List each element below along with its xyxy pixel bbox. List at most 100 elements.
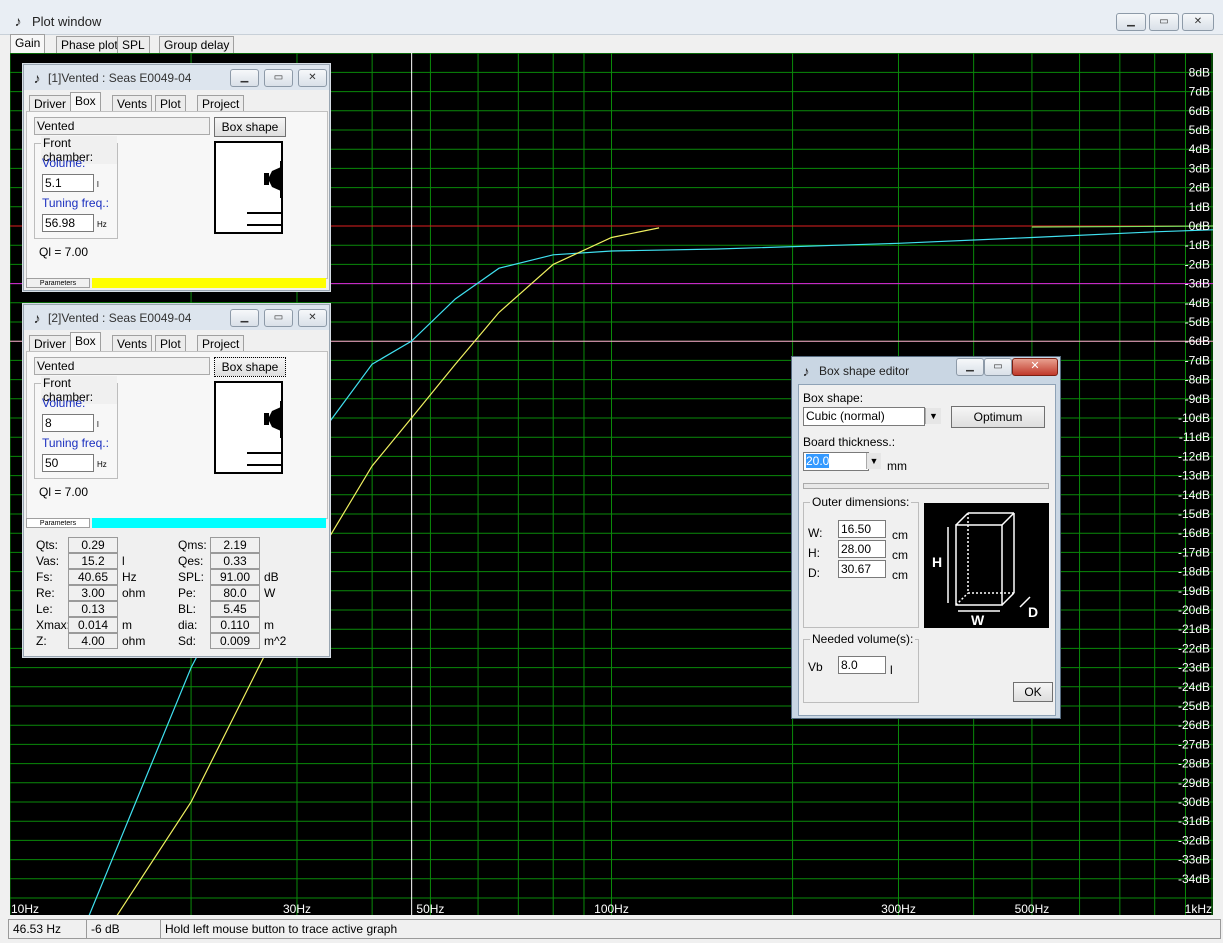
box-window-1: ♪ [1]Vented : Seas E0049-04 ▁ ▭ ✕ Driver…	[23, 64, 330, 291]
box-shape-button[interactable]: Box shape	[214, 117, 286, 137]
minimize-button[interactable]: ▁	[230, 309, 259, 327]
y-tick-label: -18dB	[1178, 565, 1210, 579]
y-tick-label: -19dB	[1178, 584, 1210, 598]
y-tick-label: 5dB	[1189, 123, 1210, 137]
vb-input[interactable]: 8.0	[838, 656, 886, 674]
maximize-button[interactable]: ▭	[264, 309, 293, 327]
ok-button[interactable]: OK	[1013, 682, 1053, 702]
w-input[interactable]: 16.50	[838, 520, 886, 538]
chevron-down-icon[interactable]: ▼	[925, 408, 941, 424]
needed-volume-group: Needed volume(s): Vb 8.0 l	[803, 632, 919, 703]
minimize-button[interactable]: ▁	[956, 358, 984, 376]
param-value: 2.19	[210, 537, 260, 553]
optimum-button[interactable]: Optimum	[951, 406, 1045, 428]
box-3d-diagram: H W D	[924, 503, 1049, 628]
y-tick-label: -7dB	[1185, 353, 1210, 367]
y-tick-label: -22dB	[1178, 641, 1210, 655]
param-value: 0.014	[68, 617, 118, 633]
box-tab-panel: Vented Box shape Front chamber: Volume: …	[26, 351, 328, 519]
box-window-1-title: [1]Vented : Seas E0049-04	[48, 71, 192, 85]
d-input[interactable]: 30.67	[838, 560, 886, 578]
param-unit: m^2	[264, 634, 287, 648]
tab-project[interactable]: Project	[197, 95, 245, 112]
minimize-button[interactable]: ▁	[230, 69, 259, 87]
tab-box[interactable]: Box	[70, 332, 101, 352]
param-value: 80.0	[210, 585, 260, 601]
param-value: 5.45	[210, 601, 260, 617]
tab-project[interactable]: Project	[197, 335, 245, 352]
close-button[interactable]: ✕	[1182, 13, 1214, 31]
dialog-title: Box shape editor	[819, 364, 910, 378]
tab-plot[interactable]: Plot	[155, 335, 186, 352]
volume-input[interactable]: 8	[42, 414, 94, 432]
y-tick-label: -23dB	[1178, 661, 1210, 675]
param-unit: Hz	[122, 570, 137, 584]
board-thickness-select[interactable]: 20.0	[803, 452, 869, 471]
tab-plot[interactable]: Plot	[155, 95, 186, 112]
param-value: 4.00	[68, 633, 118, 649]
chevron-down-icon[interactable]: ▼	[866, 453, 881, 469]
parameters-tab[interactable]: Parameters	[26, 278, 90, 288]
tab-vents[interactable]: Vents	[112, 335, 153, 352]
box-window-2-title-bar[interactable]: ♪ [2]Vented : Seas E0049-04 ▁ ▭ ✕	[24, 305, 329, 330]
param-value: 3.00	[68, 585, 118, 601]
vb-label: Vb	[808, 660, 823, 674]
y-tick-label: -15dB	[1178, 507, 1210, 521]
tab-group-delay[interactable]: Group delay	[159, 36, 235, 53]
y-tick-label: -28dB	[1178, 757, 1210, 771]
box-shape-select[interactable]: Cubic (normal)	[803, 407, 925, 426]
tab-box[interactable]: Box	[70, 92, 101, 112]
maximize-button[interactable]: ▭	[1149, 13, 1179, 31]
close-button[interactable]: ✕	[1012, 358, 1058, 376]
tuning-input[interactable]: 50	[42, 454, 94, 472]
tab-gain[interactable]: Gain	[10, 34, 46, 54]
close-button[interactable]: ✕	[298, 309, 327, 327]
front-chamber-group: Front chamber: Volume: 5.1 l Tuning freq…	[34, 136, 118, 239]
status-frequency: 46.53 Hz	[8, 919, 90, 939]
y-tick-label: 7dB	[1189, 85, 1210, 99]
separator	[803, 483, 1049, 489]
y-tick-label: -29dB	[1178, 776, 1210, 790]
maximize-button[interactable]: ▭	[984, 358, 1012, 376]
maximize-button[interactable]: ▭	[264, 69, 293, 87]
y-tick-label: -31dB	[1178, 814, 1210, 828]
diagram-d-label: D	[1028, 604, 1038, 620]
y-tick-label: -20dB	[1178, 603, 1210, 617]
tuning-input[interactable]: 56.98	[42, 214, 94, 232]
x-tick-label: 30Hz	[283, 902, 311, 915]
y-tick-label: -5dB	[1185, 315, 1210, 329]
param-label: Fs:	[36, 570, 53, 584]
tab-phase-plot[interactable]: Phase plot	[56, 36, 123, 53]
y-tick-label: -10dB	[1178, 411, 1210, 425]
box-preview	[214, 381, 283, 474]
parameters-strip: Parameters	[26, 278, 326, 288]
tab-driver[interactable]: Driver	[29, 335, 71, 352]
y-tick-label: -4dB	[1185, 296, 1210, 310]
volume-input[interactable]: 5.1	[42, 174, 94, 192]
close-button[interactable]: ✕	[298, 69, 327, 87]
tab-driver[interactable]: Driver	[29, 95, 71, 112]
y-tick-label: -3dB	[1185, 277, 1210, 291]
param-unit: l	[122, 554, 125, 568]
tab-vents[interactable]: Vents	[112, 95, 153, 112]
parameters-tab[interactable]: Parameters	[26, 518, 90, 528]
y-tick-label: -24dB	[1178, 680, 1210, 694]
box-window-1-title-bar[interactable]: ♪ [1]Vented : Seas E0049-04 ▁ ▭ ✕	[24, 65, 329, 90]
app-icon: ♪	[33, 310, 41, 326]
volume-label: Volume:	[42, 396, 86, 410]
status-hint: Hold left mouse button to trace active g…	[160, 919, 1221, 939]
y-tick-label: -14dB	[1178, 488, 1210, 502]
tuning-unit: Hz	[97, 460, 107, 469]
outer-dimensions-group: Outer dimensions: W: 16.50 cm H: 28.00 c…	[803, 495, 919, 628]
box-shape-button[interactable]: Box shape	[214, 357, 286, 377]
x-tick-label: 10Hz	[11, 902, 39, 915]
tab-spl[interactable]: SPL	[117, 36, 150, 53]
y-tick-label: -12dB	[1178, 449, 1210, 463]
minimize-button[interactable]: ▁	[1116, 13, 1146, 31]
h-input[interactable]: 28.00	[838, 540, 886, 558]
box-tab-panel: Vented Box shape Front chamber: Volume: …	[26, 111, 328, 279]
param-unit: W	[264, 586, 276, 600]
series-color-bar	[92, 278, 326, 288]
main-title-bar[interactable]: ♪ Plot window ▁ ▭ ✕	[0, 0, 1223, 35]
y-tick-label: -6dB	[1185, 334, 1210, 348]
